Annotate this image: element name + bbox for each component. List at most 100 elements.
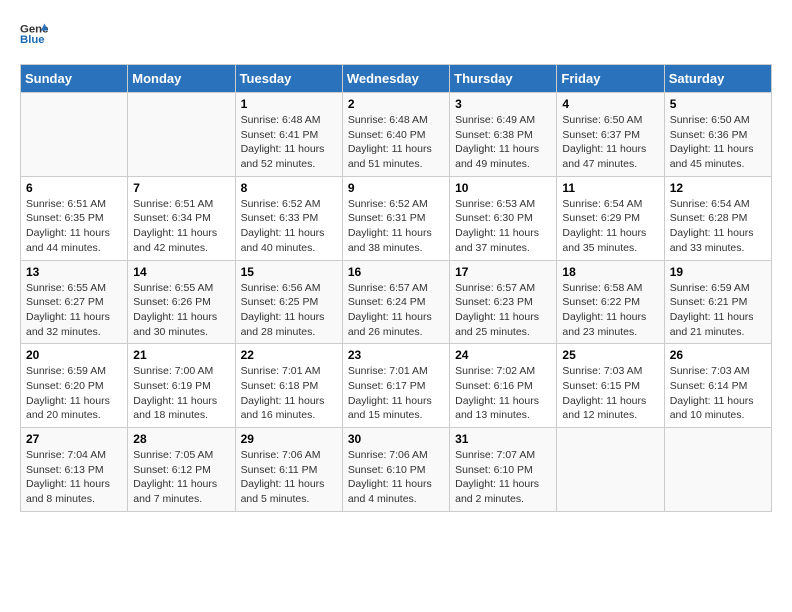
day-info: Sunrise: 7:07 AM Sunset: 6:10 PM Dayligh… xyxy=(455,448,551,507)
day-info: Sunrise: 6:54 AM Sunset: 6:29 PM Dayligh… xyxy=(562,197,658,256)
calendar-cell: 10 Sunrise: 6:53 AM Sunset: 6:30 PM Dayli… xyxy=(450,176,557,260)
day-number: 21 xyxy=(133,348,229,362)
day-info: Sunrise: 6:51 AM Sunset: 6:35 PM Dayligh… xyxy=(26,197,122,256)
day-info: Sunrise: 6:51 AM Sunset: 6:34 PM Dayligh… xyxy=(133,197,229,256)
calendar-cell: 21 Sunrise: 7:00 AM Sunset: 6:19 PM Dayli… xyxy=(128,344,235,428)
day-number: 12 xyxy=(670,181,766,195)
day-number: 30 xyxy=(348,432,444,446)
calendar-week-row: 27 Sunrise: 7:04 AM Sunset: 6:13 PM Dayli… xyxy=(21,428,772,512)
svg-text:Blue: Blue xyxy=(20,34,45,46)
day-number: 9 xyxy=(348,181,444,195)
calendar-cell: 5 Sunrise: 6:50 AM Sunset: 6:36 PM Daylig… xyxy=(664,93,771,177)
day-info: Sunrise: 6:55 AM Sunset: 6:26 PM Dayligh… xyxy=(133,281,229,340)
day-number: 6 xyxy=(26,181,122,195)
day-info: Sunrise: 7:01 AM Sunset: 6:18 PM Dayligh… xyxy=(241,364,337,423)
day-number: 13 xyxy=(26,265,122,279)
day-info: Sunrise: 6:55 AM Sunset: 6:27 PM Dayligh… xyxy=(26,281,122,340)
weekday-header: Saturday xyxy=(664,65,771,93)
calendar-cell xyxy=(21,93,128,177)
day-info: Sunrise: 6:50 AM Sunset: 6:36 PM Dayligh… xyxy=(670,113,766,172)
day-info: Sunrise: 7:06 AM Sunset: 6:11 PM Dayligh… xyxy=(241,448,337,507)
calendar-cell: 30 Sunrise: 7:06 AM Sunset: 6:10 PM Dayli… xyxy=(342,428,449,512)
weekday-header: Tuesday xyxy=(235,65,342,93)
day-info: Sunrise: 7:03 AM Sunset: 6:14 PM Dayligh… xyxy=(670,364,766,423)
calendar-cell: 12 Sunrise: 6:54 AM Sunset: 6:28 PM Dayli… xyxy=(664,176,771,260)
calendar-cell: 13 Sunrise: 6:55 AM Sunset: 6:27 PM Dayli… xyxy=(21,260,128,344)
calendar-cell: 2Sunrise: 6:48 AM Sunset: 6:40 PM Daylig… xyxy=(342,93,449,177)
day-info: Sunrise: 6:54 AM Sunset: 6:28 PM Dayligh… xyxy=(670,197,766,256)
day-info: Sunrise: 6:58 AM Sunset: 6:22 PM Dayligh… xyxy=(562,281,658,340)
calendar-cell xyxy=(128,93,235,177)
day-info: Sunrise: 6:59 AM Sunset: 6:21 PM Dayligh… xyxy=(670,281,766,340)
weekday-header: Wednesday xyxy=(342,65,449,93)
day-number: 28 xyxy=(133,432,229,446)
day-number: 20 xyxy=(26,348,122,362)
calendar-cell: 16Sunrise: 6:57 AM Sunset: 6:24 PM Dayli… xyxy=(342,260,449,344)
calendar-cell: 26 Sunrise: 7:03 AM Sunset: 6:14 PM Dayli… xyxy=(664,344,771,428)
day-info: Sunrise: 6:53 AM Sunset: 6:30 PM Dayligh… xyxy=(455,197,551,256)
day-info: Sunrise: 6:59 AM Sunset: 6:20 PM Dayligh… xyxy=(26,364,122,423)
calendar-cell: 7 Sunrise: 6:51 AM Sunset: 6:34 PM Daylig… xyxy=(128,176,235,260)
calendar-week-row: 6 Sunrise: 6:51 AM Sunset: 6:35 PM Daylig… xyxy=(21,176,772,260)
calendar-cell: 31 Sunrise: 7:07 AM Sunset: 6:10 PM Dayli… xyxy=(450,428,557,512)
calendar-cell xyxy=(557,428,664,512)
weekday-header: Friday xyxy=(557,65,664,93)
header: General Blue xyxy=(20,20,772,48)
day-number: 19 xyxy=(670,265,766,279)
day-info: Sunrise: 6:56 AM Sunset: 6:25 PM Dayligh… xyxy=(241,281,337,340)
calendar-cell: 14Sunrise: 6:55 AM Sunset: 6:26 PM Dayli… xyxy=(128,260,235,344)
calendar-cell: 29 Sunrise: 7:06 AM Sunset: 6:11 PM Dayli… xyxy=(235,428,342,512)
calendar-table: SundayMondayTuesdayWednesdayThursdayFrid… xyxy=(20,64,772,512)
day-number: 16 xyxy=(348,265,444,279)
day-info: Sunrise: 7:00 AM Sunset: 6:19 PM Dayligh… xyxy=(133,364,229,423)
day-number: 3 xyxy=(455,97,551,111)
day-info: Sunrise: 7:06 AM Sunset: 6:10 PM Dayligh… xyxy=(348,448,444,507)
calendar-cell: 20 Sunrise: 6:59 AM Sunset: 6:20 PM Dayli… xyxy=(21,344,128,428)
calendar-week-row: 13 Sunrise: 6:55 AM Sunset: 6:27 PM Dayli… xyxy=(21,260,772,344)
day-number: 10 xyxy=(455,181,551,195)
day-number: 22 xyxy=(241,348,337,362)
calendar-cell: 25Sunrise: 7:03 AM Sunset: 6:15 PM Dayli… xyxy=(557,344,664,428)
calendar-cell: 1 Sunrise: 6:48 AM Sunset: 6:41 PM Daylig… xyxy=(235,93,342,177)
day-info: Sunrise: 7:03 AM Sunset: 6:15 PM Dayligh… xyxy=(562,364,658,423)
calendar-cell: 28 Sunrise: 7:05 AM Sunset: 6:12 PM Dayli… xyxy=(128,428,235,512)
day-info: Sunrise: 7:05 AM Sunset: 6:12 PM Dayligh… xyxy=(133,448,229,507)
calendar-week-row: 20 Sunrise: 6:59 AM Sunset: 6:20 PM Dayli… xyxy=(21,344,772,428)
day-number: 29 xyxy=(241,432,337,446)
calendar-cell: 24 Sunrise: 7:02 AM Sunset: 6:16 PM Dayli… xyxy=(450,344,557,428)
day-number: 27 xyxy=(26,432,122,446)
day-info: Sunrise: 7:02 AM Sunset: 6:16 PM Dayligh… xyxy=(455,364,551,423)
day-number: 23 xyxy=(348,348,444,362)
day-number: 7 xyxy=(133,181,229,195)
day-number: 5 xyxy=(670,97,766,111)
calendar-cell: 3 Sunrise: 6:49 AM Sunset: 6:38 PM Daylig… xyxy=(450,93,557,177)
day-info: Sunrise: 6:52 AM Sunset: 6:33 PM Dayligh… xyxy=(241,197,337,256)
day-number: 31 xyxy=(455,432,551,446)
weekday-header-row: SundayMondayTuesdayWednesdayThursdayFrid… xyxy=(21,65,772,93)
calendar-cell: 9Sunrise: 6:52 AM Sunset: 6:31 PM Daylig… xyxy=(342,176,449,260)
weekday-header: Sunday xyxy=(21,65,128,93)
day-number: 11 xyxy=(562,181,658,195)
calendar-cell: 23 Sunrise: 7:01 AM Sunset: 6:17 PM Dayli… xyxy=(342,344,449,428)
calendar-cell: 15 Sunrise: 6:56 AM Sunset: 6:25 PM Dayli… xyxy=(235,260,342,344)
day-info: Sunrise: 6:50 AM Sunset: 6:37 PM Dayligh… xyxy=(562,113,658,172)
day-number: 15 xyxy=(241,265,337,279)
calendar-week-row: 1 Sunrise: 6:48 AM Sunset: 6:41 PM Daylig… xyxy=(21,93,772,177)
day-number: 2 xyxy=(348,97,444,111)
day-number: 4 xyxy=(562,97,658,111)
calendar-cell: 22 Sunrise: 7:01 AM Sunset: 6:18 PM Dayli… xyxy=(235,344,342,428)
logo-icon: General Blue xyxy=(20,20,48,48)
day-number: 26 xyxy=(670,348,766,362)
day-number: 17 xyxy=(455,265,551,279)
logo: General Blue xyxy=(20,20,54,48)
day-info: Sunrise: 6:48 AM Sunset: 6:41 PM Dayligh… xyxy=(241,113,337,172)
day-info: Sunrise: 6:49 AM Sunset: 6:38 PM Dayligh… xyxy=(455,113,551,172)
day-number: 24 xyxy=(455,348,551,362)
calendar-cell: 8Sunrise: 6:52 AM Sunset: 6:33 PM Daylig… xyxy=(235,176,342,260)
day-info: Sunrise: 7:01 AM Sunset: 6:17 PM Dayligh… xyxy=(348,364,444,423)
calendar-cell: 11 Sunrise: 6:54 AM Sunset: 6:29 PM Dayli… xyxy=(557,176,664,260)
calendar-cell: 17Sunrise: 6:57 AM Sunset: 6:23 PM Dayli… xyxy=(450,260,557,344)
day-number: 1 xyxy=(241,97,337,111)
day-info: Sunrise: 7:04 AM Sunset: 6:13 PM Dayligh… xyxy=(26,448,122,507)
calendar-cell: 6 Sunrise: 6:51 AM Sunset: 6:35 PM Daylig… xyxy=(21,176,128,260)
